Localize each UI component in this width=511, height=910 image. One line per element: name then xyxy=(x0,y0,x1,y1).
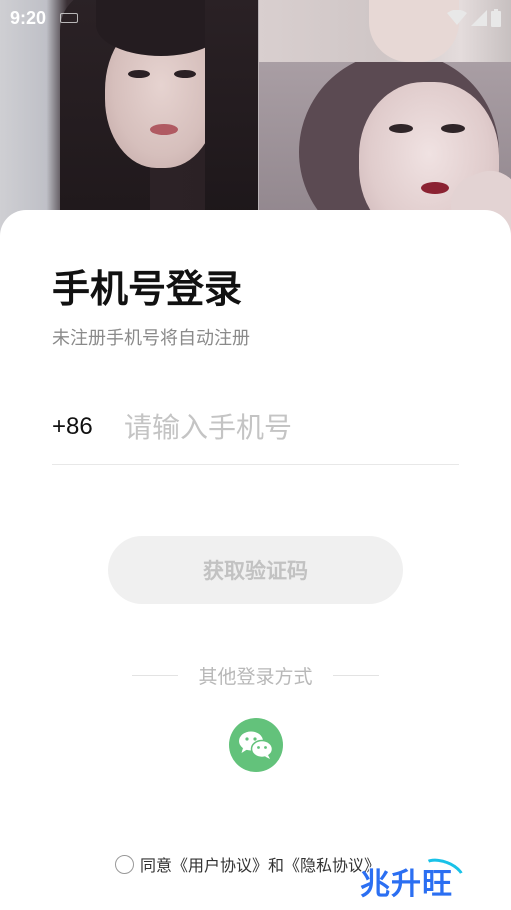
agreement-checkbox[interactable] xyxy=(115,854,134,874)
country-code[interactable]: +86 xyxy=(52,413,124,441)
login-screen: 9:20 手机号登录 未注册手机号将自动注册 +86 获取验证码 其他登录方式 xyxy=(0,0,511,910)
keyboard-icon xyxy=(60,13,79,23)
battery-icon xyxy=(491,9,501,27)
agreement-text[interactable]: 同意《用户协议》和《隐私协议》 xyxy=(140,852,380,876)
login-card: 手机号登录 未注册手机号将自动注册 +86 获取验证码 其他登录方式 xyxy=(0,210,511,910)
divider-right xyxy=(332,674,379,676)
wechat-login-button[interactable] xyxy=(229,718,283,772)
page-title: 手机号登录 xyxy=(52,267,243,311)
page-subtitle: 未注册手机号将自动注册 xyxy=(52,328,250,349)
wifi-icon xyxy=(447,10,467,25)
other-login-label: 其他登录方式 xyxy=(198,665,313,688)
get-verification-code-button[interactable]: 获取验证码 xyxy=(108,536,403,604)
hero-photo-left xyxy=(0,0,258,240)
status-bar: 9:20 xyxy=(0,0,511,36)
status-time: 9:20 xyxy=(10,7,47,28)
wechat-icon xyxy=(239,731,274,759)
divider-left xyxy=(132,674,178,676)
hero-photo-collage xyxy=(0,0,511,240)
watermark-logo: 兆升旺 xyxy=(360,852,480,906)
phone-number-input[interactable] xyxy=(124,410,444,444)
other-login-divider: 其他登录方式 xyxy=(132,662,379,688)
phone-input-row: +86 xyxy=(52,390,459,465)
status-icons xyxy=(447,9,501,27)
signal-icon xyxy=(471,10,487,26)
